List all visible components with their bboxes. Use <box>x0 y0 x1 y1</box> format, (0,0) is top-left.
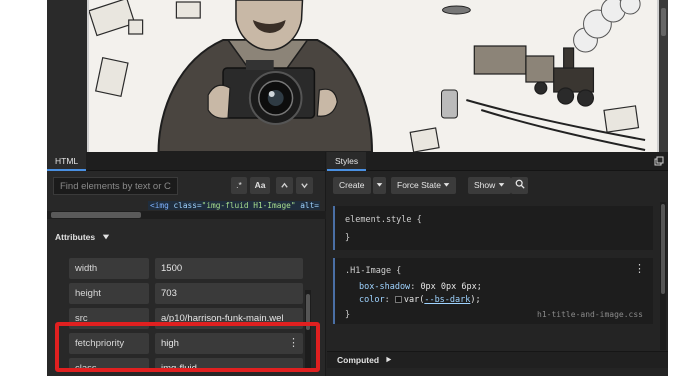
annotation-highlight-box <box>55 322 320 372</box>
rule-source-link[interactable]: h1-title-and-image.css <box>537 310 643 319</box>
chevron-up-icon[interactable] <box>276 177 293 194</box>
attribute-value[interactable]: 1500 <box>155 258 303 279</box>
computed-section-header[interactable]: Computed <box>327 351 668 368</box>
triangle-right-icon <box>386 356 392 363</box>
caret-down-icon <box>498 183 504 187</box>
match-case-toggle-button[interactable]: Aa <box>250 177 270 194</box>
tab-html[interactable]: HTML <box>47 152 87 171</box>
rule-declaration-color[interactable]: color: var(--bs-dark); <box>359 295 481 305</box>
property-value-prefix: var( <box>403 295 425 305</box>
detach-window-icon[interactable] <box>654 156 664 166</box>
property-name: color <box>359 295 385 305</box>
element-style-rule[interactable]: element.style { } <box>333 206 653 250</box>
show-button[interactable]: Show <box>468 177 511 194</box>
h1-image-rule[interactable]: .H1-Image { ⋮ box-shadow: 0px 0px 6px; c… <box>333 258 653 324</box>
styles-pane: Styles Create Force State Show element.s… <box>327 152 668 376</box>
rule-declaration-box-shadow[interactable]: box-shadow: 0px 0px 6px; <box>359 282 482 292</box>
color-swatch[interactable] <box>394 296 402 303</box>
attributes-section-header[interactable]: Attributes <box>55 232 110 242</box>
show-label: Show <box>474 180 496 190</box>
dom-attr-alt: alt= <box>295 201 320 210</box>
styles-scrollbar-thumb[interactable] <box>661 204 665 294</box>
computed-label: Computed <box>337 355 380 365</box>
illustration-photographer-train <box>89 0 657 152</box>
dom-attr-class: class= <box>168 201 202 210</box>
search-button[interactable] <box>511 177 528 194</box>
kebab-menu-icon[interactable]: ⋮ <box>634 262 645 275</box>
html-tabbar: HTML <box>47 152 325 171</box>
rule-selector: .H1-Image { <box>345 266 402 276</box>
css-variable-link[interactable]: --bs-dark <box>424 295 470 305</box>
attributes-label: Attributes <box>55 232 96 242</box>
create-button-label: Create <box>339 180 365 190</box>
caret-down-icon <box>444 183 450 187</box>
hero-image-region <box>47 0 668 152</box>
element-style-close: } <box>345 233 351 243</box>
dom-attr-alt-value: "H <box>319 201 320 210</box>
attribute-value[interactable]: 703 <box>155 283 303 304</box>
chevron-down-icon[interactable] <box>296 177 313 194</box>
force-state-button[interactable]: Force State <box>391 177 457 194</box>
styles-tabbar: Styles <box>327 152 668 171</box>
caret-down-icon <box>376 183 383 187</box>
rule-close: } <box>345 310 351 320</box>
property-value: 0px 0px 6px; <box>420 282 482 292</box>
attribute-name[interactable]: width <box>69 258 149 279</box>
property-name: box-shadow <box>359 282 411 292</box>
dom-tag-open: <img <box>150 201 169 210</box>
page-scrollbar[interactable] <box>659 0 668 152</box>
create-dropdown-button[interactable] <box>373 177 386 194</box>
find-elements-input[interactable] <box>53 177 178 195</box>
create-button[interactable]: Create <box>333 177 371 194</box>
page-scrollbar-thumb[interactable] <box>661 8 666 36</box>
tab-styles[interactable]: Styles <box>327 152 367 171</box>
hero-image <box>87 0 659 152</box>
property-value-suffix: ); <box>470 295 481 305</box>
regex-toggle-button[interactable]: .* <box>231 177 247 194</box>
search-icon <box>515 179 525 189</box>
attribute-row-height: height 703 <box>69 283 303 304</box>
styles-scrollbar[interactable] <box>660 202 666 350</box>
dom-node-img[interactable]: <img class="img-fluid H1-Image" alt="H <box>148 201 320 210</box>
html-search-row: .* Aa <box>53 177 320 195</box>
caret-down-icon <box>102 234 109 240</box>
dom-horizontal-scrollbar-thumb[interactable] <box>51 212 141 218</box>
force-state-label: Force State <box>397 180 441 190</box>
element-style-selector: element.style { <box>345 215 422 225</box>
attribute-name[interactable]: height <box>69 283 149 304</box>
dom-horizontal-scrollbar[interactable] <box>47 211 326 219</box>
attribute-row-width: width 1500 <box>69 258 303 279</box>
dom-attr-class-value: "img-fluid H1-Image" <box>201 201 296 210</box>
